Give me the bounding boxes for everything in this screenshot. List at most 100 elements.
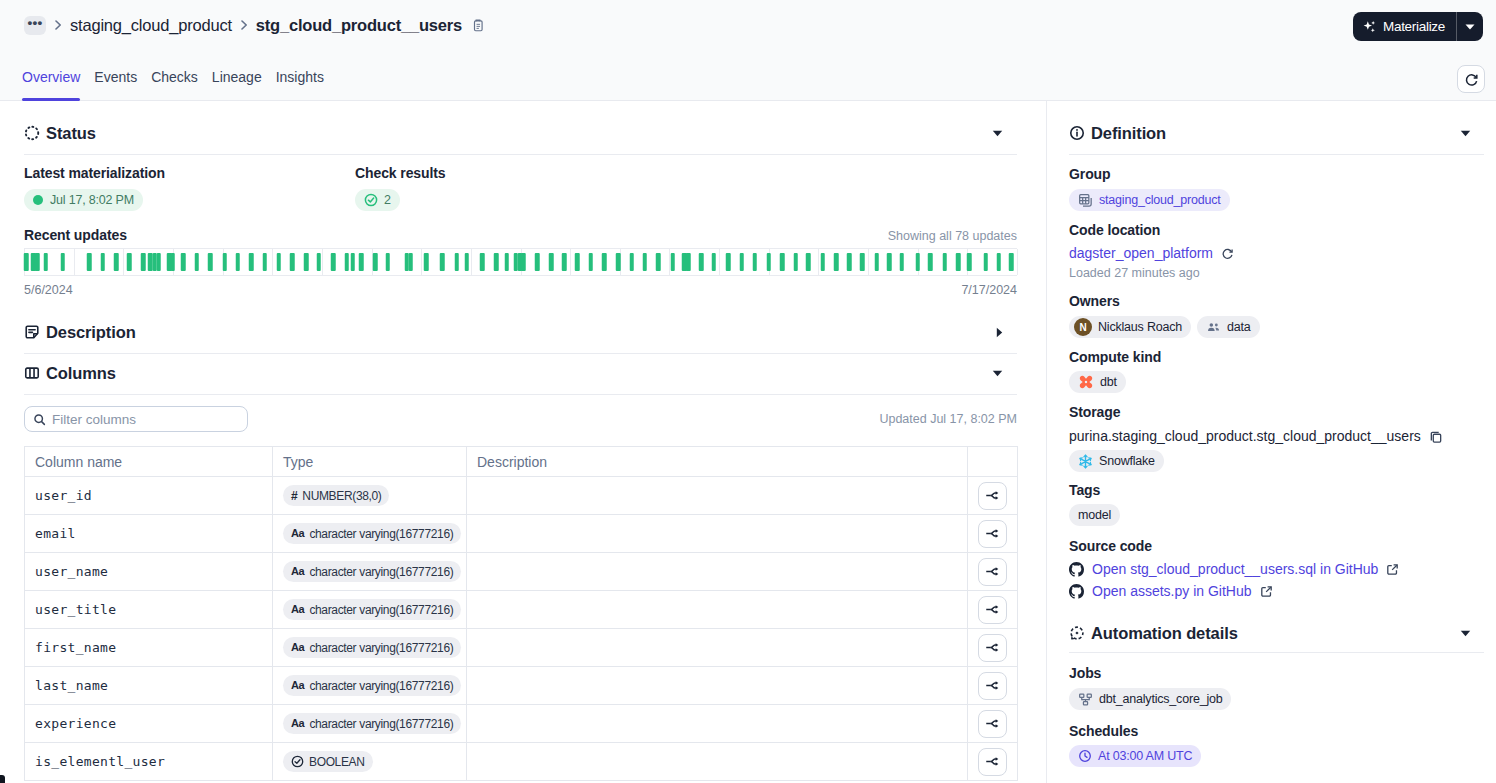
breadcrumb-group-link[interactable]: staging_cloud_product xyxy=(70,16,232,35)
tab-events[interactable]: Events xyxy=(94,69,137,101)
materialization-bar[interactable] xyxy=(983,253,988,271)
materialization-bar[interactable] xyxy=(562,253,567,271)
materialization-bar[interactable] xyxy=(208,253,213,271)
materialization-bar[interactable] xyxy=(967,253,972,271)
materialization-bar[interactable] xyxy=(157,253,162,271)
job-pill[interactable]: dbt_analytics_core_job xyxy=(1069,688,1231,710)
materialization-bar[interactable] xyxy=(304,253,309,271)
materialization-bar[interactable] xyxy=(847,253,852,271)
materialization-bar[interactable] xyxy=(236,253,241,271)
materialization-bar[interactable] xyxy=(290,253,295,271)
schedule-pill[interactable]: At 03:00 AM UTC xyxy=(1069,745,1201,767)
materialization-bar[interactable] xyxy=(900,253,905,271)
filter-columns-input[interactable] xyxy=(52,412,239,427)
materialization-bar[interactable] xyxy=(440,253,445,271)
materialization-bar[interactable] xyxy=(928,253,933,271)
materialization-bar[interactable] xyxy=(887,253,892,271)
materialization-bar[interactable] xyxy=(916,253,921,271)
materialization-bar[interactable] xyxy=(549,253,554,271)
status-collapse-chevron-icon[interactable] xyxy=(992,130,1003,137)
materialization-bar[interactable] xyxy=(997,253,1002,271)
source-code-link[interactable]: Open stg_cloud_product__users.sql in Git… xyxy=(1092,561,1378,578)
materialization-bar[interactable] xyxy=(699,253,704,271)
materialization-bar[interactable] xyxy=(629,253,634,271)
materialization-bar[interactable] xyxy=(195,253,200,271)
materialization-bar[interactable] xyxy=(956,253,961,271)
materialization-bar[interactable] xyxy=(344,253,349,271)
storage-platform-pill[interactable]: Snowflake xyxy=(1069,450,1164,472)
materialization-bar[interactable] xyxy=(408,253,413,271)
copy-storage-path-icon[interactable] xyxy=(1429,430,1443,444)
materialization-bar[interactable] xyxy=(535,253,540,271)
materialization-bar[interactable] xyxy=(424,253,429,271)
column-lineage-button[interactable] xyxy=(978,710,1007,738)
refresh-button[interactable] xyxy=(1457,65,1485,93)
materialization-bar[interactable] xyxy=(373,253,378,271)
materialization-bar[interactable] xyxy=(222,253,227,271)
materialization-bar[interactable] xyxy=(262,253,267,271)
materialization-bar[interactable] xyxy=(860,253,865,271)
materialization-bar[interactable] xyxy=(588,253,593,271)
materialization-bar[interactable] xyxy=(276,253,281,271)
materialization-bar[interactable] xyxy=(726,253,731,271)
recent-updates-timeline[interactable] xyxy=(24,248,1017,276)
materialization-bar[interactable] xyxy=(712,253,717,271)
column-lineage-button[interactable] xyxy=(978,748,1007,776)
column-lineage-button[interactable] xyxy=(978,672,1007,700)
materialization-bar[interactable] xyxy=(386,253,391,271)
materialization-bar[interactable] xyxy=(114,253,119,271)
source-code-link[interactable]: Open assets.py in GitHub xyxy=(1092,583,1252,600)
materialization-bar[interactable] xyxy=(24,253,29,271)
column-lineage-button[interactable] xyxy=(978,596,1007,624)
materialization-bar[interactable] xyxy=(793,253,798,271)
materialize-dropdown-button[interactable] xyxy=(1457,12,1483,41)
tab-overview[interactable]: Overview xyxy=(22,69,80,101)
materialization-bar[interactable] xyxy=(753,253,758,271)
materialization-bar[interactable] xyxy=(820,253,825,271)
copy-asset-name-icon[interactable] xyxy=(471,18,485,33)
code-location-link[interactable]: dagster_open_platform xyxy=(1069,245,1213,262)
column-lineage-button[interactable] xyxy=(978,520,1007,548)
materialization-bar[interactable] xyxy=(454,253,459,271)
latest-materialization-pill[interactable]: Jul 17, 8:02 PM xyxy=(24,189,143,211)
materialization-bar[interactable] xyxy=(656,253,661,271)
materialization-bar[interactable] xyxy=(317,253,322,271)
materialization-bar[interactable] xyxy=(464,253,469,271)
group-pill[interactable]: staging_cloud_product xyxy=(1069,189,1230,211)
materialization-bar[interactable] xyxy=(171,253,176,271)
materialization-bar[interactable] xyxy=(875,253,880,271)
materialization-bar[interactable] xyxy=(100,253,105,271)
automation-collapse-chevron-icon[interactable] xyxy=(1460,630,1471,637)
materialization-bar[interactable] xyxy=(602,253,607,271)
tab-checks[interactable]: Checks xyxy=(151,69,198,101)
tab-insights[interactable]: Insights xyxy=(276,69,324,101)
description-section-header[interactable]: Description xyxy=(24,319,1017,345)
materialization-bar[interactable] xyxy=(834,253,839,271)
materialization-bar[interactable] xyxy=(1009,253,1014,271)
column-lineage-button[interactable] xyxy=(978,634,1007,662)
breadcrumb-ellipsis-button[interactable]: ••• xyxy=(24,16,46,35)
reload-code-location-icon[interactable] xyxy=(1221,247,1234,260)
materialization-bar[interactable] xyxy=(616,253,621,271)
materialization-bar[interactable] xyxy=(505,253,510,271)
materialization-bar[interactable] xyxy=(670,253,675,271)
materialization-bar[interactable] xyxy=(351,253,356,271)
columns-collapse-chevron-icon[interactable] xyxy=(992,370,1003,377)
definition-collapse-chevron-icon[interactable] xyxy=(1460,130,1471,137)
materialization-bar[interactable] xyxy=(494,253,499,271)
tab-lineage[interactable]: Lineage xyxy=(212,69,262,101)
tag-pill-model[interactable]: model xyxy=(1069,504,1120,526)
materialization-bar[interactable] xyxy=(780,253,785,271)
materialization-bar[interactable] xyxy=(480,253,485,271)
materialization-bar[interactable] xyxy=(60,253,65,271)
materialization-bar[interactable] xyxy=(331,253,336,271)
materialization-bar[interactable] xyxy=(643,253,648,271)
materialization-bar[interactable] xyxy=(767,253,772,271)
materialization-bar[interactable] xyxy=(806,253,811,271)
check-results-pill[interactable]: 2 xyxy=(355,189,400,211)
compute-kind-pill[interactable]: dbt xyxy=(1069,371,1126,393)
materialize-button[interactable]: Materialize xyxy=(1353,12,1456,41)
materialization-bar[interactable] xyxy=(521,253,526,271)
materialization-bar[interactable] xyxy=(141,253,146,271)
materialization-bar[interactable] xyxy=(127,253,132,271)
